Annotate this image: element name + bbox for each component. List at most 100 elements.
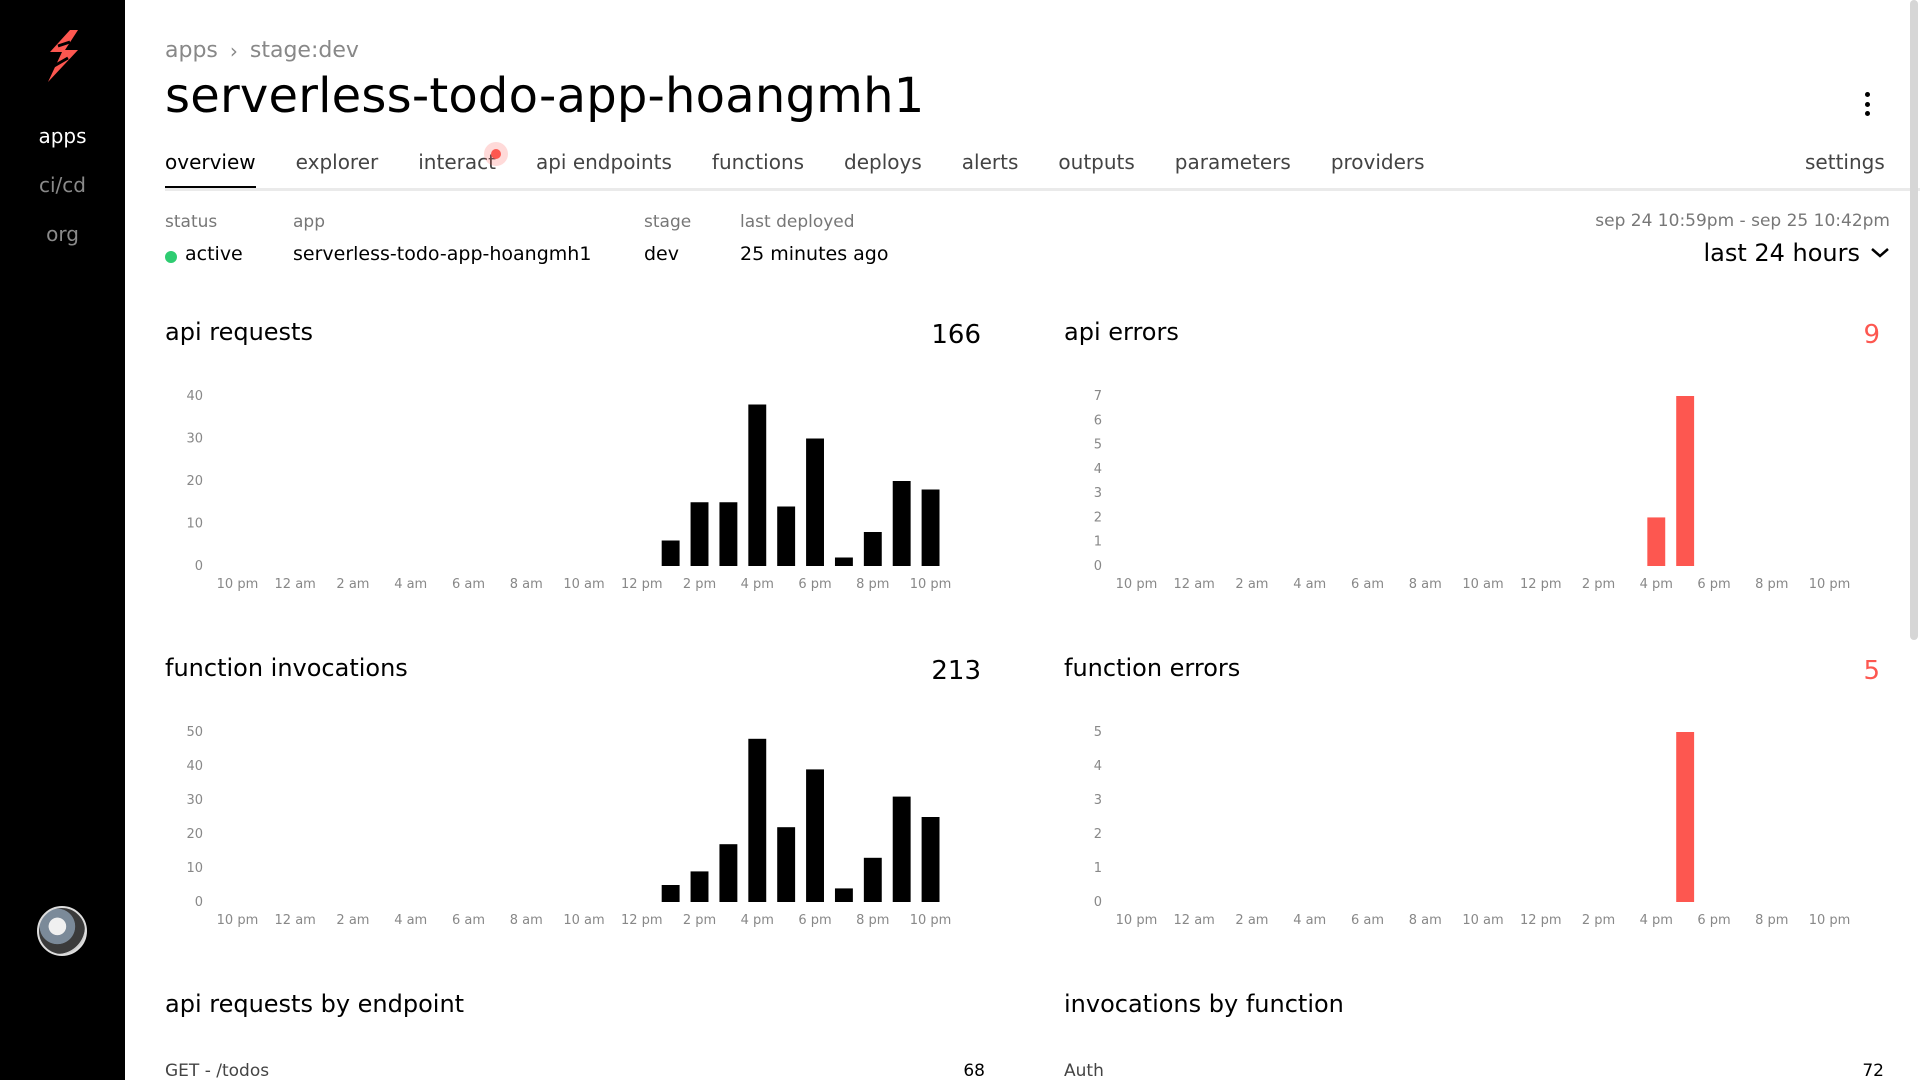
x-tick-label: 4 pm [741,913,774,928]
function-errors-total: 5 [1863,656,1880,686]
x-tick-label: 8 pm [856,913,889,928]
api-requests-total: 166 [931,320,981,350]
x-tick-label: 10 am [563,913,604,928]
chart-bar[interactable] [661,885,680,902]
more-options-icon[interactable] [1864,92,1870,116]
chevron-down-icon [1871,248,1889,258]
y-tick-label: 10 [186,861,203,876]
chart-bar[interactable] [863,857,882,902]
function-errors-panel: function errors 5 0 1 2 3 4 5 10 pm 12 am 2 am 4 … [1064,654,1884,954]
chart-bar[interactable] [892,796,911,902]
chart-bar[interactable] [863,532,882,566]
user-avatar[interactable] [37,906,87,956]
chart-bar[interactable] [661,540,680,567]
tab-settings[interactable]: settings [1805,150,1885,174]
tab-deploys[interactable]: deploys [844,150,922,190]
x-tick-label: 4 am [1293,913,1326,928]
x-tick-label: 12 am [275,913,316,928]
chart-bar[interactable] [777,827,796,902]
last-deployed-label: last deployed [740,212,855,232]
tab-outputs[interactable]: outputs [1058,150,1134,190]
rail-item-cicd[interactable]: ci/cd [0,173,125,197]
api-requests-panel: api requests 166 0 10 20 30 40 10 pm 12 am 2 am… [165,318,985,618]
x-tick-label: 4 am [1293,577,1326,592]
x-tick-label: 2 pm [683,913,716,928]
tab-overview[interactable]: overview [165,150,256,190]
y-tick-label: 0 [195,559,203,574]
time-range-value: last 24 hours [1703,239,1860,267]
y-tick-label: 7 [1094,389,1102,404]
x-tick-label: 10 am [563,577,604,592]
api-errors-title: api errors [1064,318,1179,346]
chart-bar[interactable] [806,438,824,567]
x-tick-label: 10 pm [1116,577,1158,592]
x-tick-label: 4 pm [741,577,774,592]
x-tick-label: 8 am [1409,577,1442,592]
chart-bar[interactable] [921,817,940,902]
api-requests-title: api requests [165,318,313,346]
time-range-select[interactable]: last 24 hours [1703,239,1890,267]
x-tick-label: 2 pm [683,577,716,592]
y-tick-label: 30 [186,793,203,808]
x-tick-label: 4 pm [1640,913,1673,928]
x-tick-label: 8 pm [1755,913,1788,928]
tab-functions[interactable]: functions [712,150,804,190]
stage-label: stage [644,212,692,232]
chart-bar[interactable] [1676,396,1695,566]
tab-providers[interactable]: providers [1331,150,1425,190]
endpoint-count: 68 [963,1061,985,1080]
x-tick-label: 10 pm [217,913,259,928]
x-tick-label: 6 pm [798,913,831,928]
app-value: serverless-todo-app-hoangmh1 [293,243,592,265]
app-label: app [293,212,325,232]
notification-dot-icon [483,142,508,166]
tab-explorer[interactable]: explorer [296,150,379,190]
x-tick-label: 8 am [1409,913,1442,928]
chart-bar[interactable] [690,871,709,902]
chart-bar[interactable] [777,506,796,567]
endpoint-row[interactable]: GET - /todos 68 [165,1061,985,1080]
y-tick-label: 3 [1094,793,1102,808]
y-tick-label: 0 [1094,559,1102,574]
serverless-logo-icon[interactable] [40,28,86,84]
y-tick-label: 5 [1094,438,1102,453]
function-name: Auth [1064,1061,1104,1080]
x-tick-label: 10 pm [910,577,952,592]
chart-bar[interactable] [1647,517,1666,566]
tab-api-endpoints[interactable]: api endpoints [536,150,672,190]
chart-bar[interactable] [834,557,853,567]
x-tick-label: 8 am [510,577,543,592]
y-tick-label: 0 [195,895,203,910]
chart-bar[interactable] [748,404,767,567]
x-tick-label: 4 am [394,913,427,928]
x-tick-label: 10 pm [910,913,952,928]
chart-bar[interactable] [834,888,853,902]
chart-bar[interactable] [1676,732,1695,902]
chart-bar[interactable] [719,502,738,566]
breadcrumb-apps-link[interactable]: apps [165,38,218,63]
x-tick-label: 6 pm [1697,913,1730,928]
api-requests-by-endpoint-title: api requests by endpoint [165,990,465,1018]
side-rail: apps ci/cd org [0,0,125,1080]
tab-alerts[interactable]: alerts [962,150,1019,190]
api-errors-total: 9 [1863,320,1880,350]
tab-interact[interactable]: interact [418,142,508,190]
x-tick-label: 8 pm [856,577,889,592]
tab-parameters[interactable]: parameters [1175,150,1291,190]
page-scrollbar[interactable] [1910,0,1918,640]
y-tick-label: 6 [1094,413,1102,428]
chart-bar[interactable] [719,844,738,902]
chart-bar[interactable] [806,769,824,902]
chart-bar[interactable] [748,738,767,902]
function-row[interactable]: Auth 72 [1064,1061,1884,1080]
x-tick-label: 6 am [1351,577,1384,592]
y-tick-label: 40 [186,389,203,404]
rail-item-org[interactable]: org [0,222,125,246]
x-tick-label: 2 am [336,577,369,592]
x-tick-label: 2 am [336,913,369,928]
x-tick-label: 12 am [1174,577,1215,592]
chart-bar[interactable] [921,489,940,567]
chart-bar[interactable] [690,502,709,566]
chart-bar[interactable] [892,481,911,566]
rail-item-apps[interactable]: apps [0,124,125,148]
